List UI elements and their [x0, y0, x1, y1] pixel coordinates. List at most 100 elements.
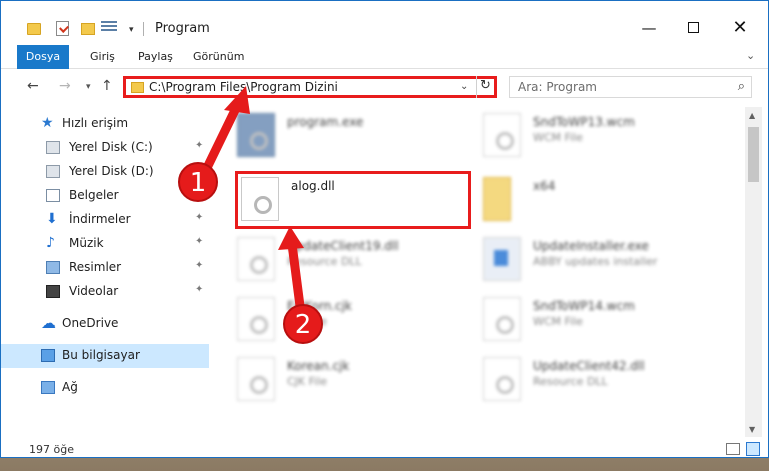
- file-item-korean[interactable]: Korean.cjk CJK File: [229, 351, 479, 409]
- file-icon: [237, 357, 275, 401]
- sidebar-item-music[interactable]: ♪ Müzik ✦: [1, 232, 209, 256]
- details-view-icon[interactable]: [726, 443, 740, 455]
- pin-icon: ✦: [195, 236, 204, 247]
- file-item-sndtowp13[interactable]: SndToWP13.wcm WCM File: [475, 107, 725, 165]
- close-button[interactable]: ✕: [728, 17, 752, 39]
- sidebar-item-local-disk-c[interactable]: Yerel Disk (C:) ✦: [1, 136, 209, 160]
- cloud-icon: ☁: [41, 314, 56, 332]
- folder-icon: [131, 82, 144, 93]
- sidebar-item-downloads[interactable]: ⬇ İndirmeler ✦: [1, 208, 209, 232]
- window-title: Program: [155, 21, 210, 36]
- file-type: ABBY updates installer: [533, 255, 658, 268]
- file-item-errkorn[interactable]: ErrKorn.cjk CJK File: [229, 291, 479, 349]
- up-arrow-icon[interactable]: ↑: [101, 78, 113, 94]
- tab-gorunum[interactable]: Görünüm: [193, 45, 244, 69]
- videos-icon: [46, 285, 60, 298]
- sidebar-item-label: OneDrive: [62, 316, 119, 330]
- file-item-updateinstaller[interactable]: UpdateInstaller.exe ABBY updates install…: [475, 231, 725, 289]
- expand-ribbon-icon[interactable]: ⌄: [746, 49, 755, 62]
- file-type: Resource DLL: [533, 375, 608, 388]
- minimize-button[interactable]: —: [637, 17, 661, 39]
- file-item-sndtowp14[interactable]: SndToWP14.wcm WCM File: [475, 291, 725, 349]
- search-input[interactable]: Ara: Program ⌕: [509, 76, 752, 98]
- folder-icon: [483, 177, 511, 221]
- sidebar-item-label: Bu bilgisayar: [62, 348, 140, 362]
- sidebar-item-label: Ağ: [62, 380, 78, 394]
- recent-locations-icon[interactable]: ▾: [86, 82, 91, 92]
- tab-paylas[interactable]: Paylaş: [138, 45, 173, 69]
- pin-icon: ✦: [195, 284, 204, 295]
- scroll-up-icon[interactable]: ▲: [749, 111, 755, 120]
- tab-dosya[interactable]: Dosya: [17, 45, 69, 69]
- refresh-icon[interactable]: ↻: [476, 76, 494, 98]
- file-name: SndToWP14.wcm: [533, 299, 635, 313]
- folder-icon: [27, 23, 41, 35]
- search-icon[interactable]: ⌕: [738, 79, 745, 94]
- sidebar-item-onedrive[interactable]: ☁ OneDrive: [1, 312, 209, 336]
- sidebar-item-documents[interactable]: Belgeler ✦: [1, 184, 209, 208]
- file-name: SndToWP13.wcm: [533, 115, 635, 129]
- address-bar[interactable]: C:\Program Files\Program Dizini ⌄ ↻: [123, 76, 497, 98]
- file-item-updateclient42[interactable]: UpdateClient42.dll Resource DLL: [475, 351, 725, 409]
- file-item-updateclient19[interactable]: UpdateClient19.dll Resource DLL: [229, 231, 479, 289]
- navigation-bar: ← → ▾ ↑ C:\Program Files\Program Dizini …: [1, 70, 768, 105]
- title-separator: [143, 22, 144, 36]
- back-arrow-icon[interactable]: ←: [27, 78, 39, 94]
- sidebar-item-pictures[interactable]: Resimler ✦: [1, 256, 209, 280]
- star-icon: ★: [41, 115, 54, 131]
- file-name: program.exe: [287, 115, 364, 129]
- maximize-button[interactable]: [681, 17, 705, 39]
- large-icons-view-icon[interactable]: [746, 442, 760, 456]
- scrollbar-thumb[interactable]: [748, 127, 759, 182]
- file-icon: [483, 297, 521, 341]
- file-name: x64: [533, 179, 556, 193]
- new-folder-icon[interactable]: [81, 23, 95, 35]
- file-name: Korean.cjk: [287, 359, 350, 373]
- file-icon: [237, 297, 275, 341]
- file-item-program-exe[interactable]: program.exe: [229, 107, 479, 165]
- sidebar-item-this-pc[interactable]: Bu bilgisayar: [1, 344, 209, 368]
- file-icon: [483, 113, 521, 157]
- vertical-scrollbar[interactable]: ▲ ▼: [745, 107, 762, 437]
- drive-icon: [46, 165, 60, 178]
- sidebar-item-quick-access[interactable]: ★ Hızlı erişim: [1, 112, 209, 136]
- address-path[interactable]: C:\Program Files\Program Dizini: [149, 80, 338, 94]
- sidebar-item-network[interactable]: Ağ: [1, 376, 209, 400]
- callout-step-2: 2: [283, 304, 323, 344]
- installer-icon: [483, 237, 521, 281]
- customize-toolbar-icon[interactable]: [101, 21, 117, 35]
- pictures-icon: [46, 261, 60, 274]
- sidebar-item-label: Yerel Disk (D:): [69, 164, 154, 178]
- file-type: WCM File: [533, 131, 583, 144]
- tab-giris[interactable]: Giriş: [90, 45, 115, 69]
- sidebar-item-label: Resimler: [69, 260, 122, 274]
- navigation-pane: ★ Hızlı erişim Yerel Disk (C:) ✦ Yerel D…: [1, 107, 211, 437]
- scroll-down-icon[interactable]: ▼: [749, 425, 755, 434]
- sidebar-item-label: Yerel Disk (C:): [69, 140, 153, 154]
- forward-arrow-icon[interactable]: →: [59, 78, 71, 94]
- dll-icon: [483, 357, 521, 401]
- ribbon-tabs: Dosya Giriş Paylaş Görünüm ⌄: [1, 45, 768, 69]
- properties-check-icon[interactable]: [56, 21, 69, 36]
- search-placeholder: Ara: Program: [518, 80, 597, 94]
- title-bar: ▾ Program — ✕: [1, 1, 768, 41]
- dll-icon: [237, 237, 275, 281]
- sidebar-item-videos[interactable]: Videolar ✦: [1, 280, 209, 304]
- highlight-box-alog-dll: [235, 171, 471, 229]
- documents-icon: [46, 189, 60, 202]
- exe-icon: [237, 113, 275, 157]
- file-name: UpdateClient19.dll: [287, 239, 399, 253]
- callout-step-1: 1: [178, 162, 218, 202]
- file-name: UpdateClient42.dll: [533, 359, 645, 373]
- address-dropdown-icon[interactable]: ⌄: [460, 81, 468, 92]
- pin-icon: ✦: [195, 140, 204, 151]
- file-type: WCM File: [533, 315, 583, 328]
- computer-icon: [41, 349, 55, 362]
- download-icon: ⬇: [46, 211, 58, 227]
- music-icon: ♪: [46, 235, 55, 251]
- sidebar-item-label: Belgeler: [69, 188, 119, 202]
- sidebar-item-label: Müzik: [69, 236, 104, 250]
- quick-access-dropdown-icon[interactable]: ▾: [129, 25, 134, 35]
- file-explorer-window: ▾ Program — ✕ Dosya Giriş Paylaş Görünüm…: [0, 0, 769, 458]
- file-item-x64-folder[interactable]: x64: [475, 171, 725, 229]
